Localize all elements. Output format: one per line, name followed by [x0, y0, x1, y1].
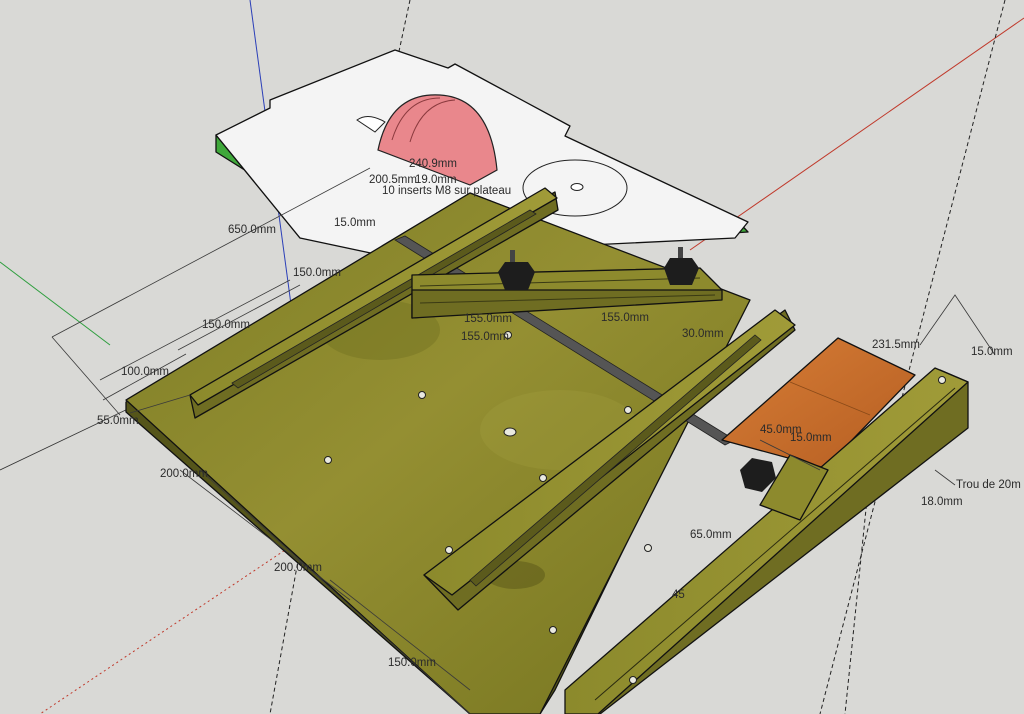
dim-155-a: 155.0mm: [464, 313, 512, 325]
dim-65: 65.0mm: [690, 529, 732, 541]
dim-15-block: 15.0mm: [790, 432, 832, 444]
dim-155-c: 155.0mm: [461, 331, 509, 343]
dim-55: 55.0mm: [97, 415, 139, 427]
dim-150-a: 150.0mm: [293, 267, 341, 279]
dim-150-c: 150.0mm: [388, 657, 436, 669]
dim-30: 30.0mm: [682, 328, 724, 340]
knob-right[interactable]: [664, 247, 699, 285]
dim-155-b: 155.0mm: [601, 312, 649, 324]
dim-45-low: 45: [672, 589, 685, 601]
axis-red-line: [689, 17, 1024, 251]
dim-231-5: 231.5mm: [872, 339, 920, 351]
dim-200-a: 200.0mm: [160, 468, 208, 480]
dim-150-b: 150.0mm: [202, 319, 250, 331]
dim-18: 18.0mm: [921, 496, 963, 508]
dim-15-top: 15.0mm: [334, 217, 376, 229]
note-inserts: 10 inserts M8 sur plateau: [382, 185, 511, 197]
axis-green-line: [0, 261, 111, 346]
dim-200-b: 200.0mm: [274, 562, 322, 574]
sketchup-3d-viewport[interactable]: 650.0mm 150.0mm 150.0mm 100.0mm 55.0mm 2…: [0, 0, 1024, 714]
dim-100: 100.0mm: [121, 366, 169, 378]
dim-650: 650.0mm: [228, 224, 276, 236]
dim-15-right: 15.0mm: [971, 346, 1013, 358]
note-trou: Trou de 20m: [956, 479, 1021, 491]
guide-dotted-line-3: [269, 549, 301, 714]
dim-240-9: 240.9mm: [409, 158, 457, 170]
